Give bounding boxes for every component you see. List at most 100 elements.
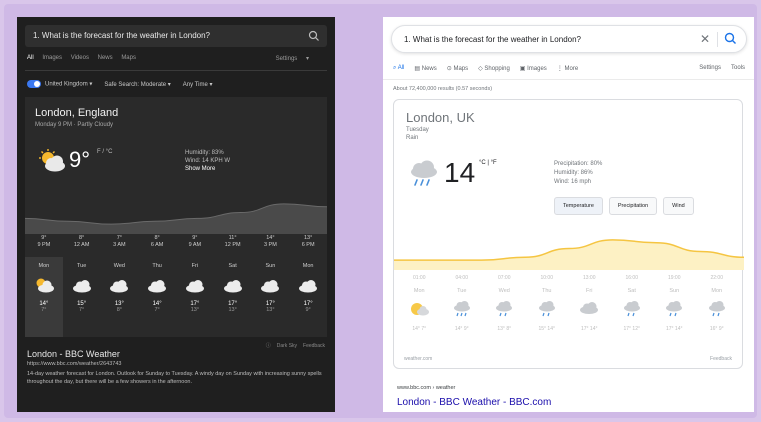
precipitation-button[interactable]: Precipitation: [608, 197, 658, 215]
day-card[interactable]: Mon 14° 7°: [398, 288, 441, 332]
tab-label: Shopping: [484, 66, 510, 72]
day-name: Thu: [542, 288, 552, 294]
day-card[interactable]: Sun 17° 14°: [653, 288, 696, 332]
result-title[interactable]: London - BBC Weather - BBC.com: [397, 397, 551, 408]
search-icon[interactable]: [308, 29, 320, 47]
day-name: Mon: [413, 288, 425, 294]
result-url[interactable]: https://www.bbc.com/weather/2643743: [27, 361, 121, 367]
show-more-link[interactable]: Show More: [185, 165, 230, 173]
wind: Wind: 14 KPH W: [185, 158, 231, 164]
tab-images[interactable]: Images: [42, 55, 62, 61]
search-query[interactable]: 1. What is the forecast for the weather …: [404, 35, 581, 44]
day-card[interactable]: Wed 13° 8°: [101, 257, 139, 337]
search-icon[interactable]: [724, 32, 737, 50]
day-card[interactable]: Wed 13° 8°: [483, 288, 526, 332]
hour-temp: 11°: [228, 235, 237, 241]
day-card[interactable]: Mon 16° 9°: [696, 288, 739, 332]
feedback-link[interactable]: Feedback: [303, 343, 325, 349]
temperature-button[interactable]: Temperature: [554, 197, 603, 215]
day-name: Sat: [627, 288, 636, 294]
search-tabs: ⌕ All ▤ News ⊙ Maps ◇ Shopping ▣ Images …: [393, 65, 745, 77]
tools-link[interactable]: Tools: [731, 65, 745, 77]
day-card[interactable]: Tue 15° 7°: [63, 257, 101, 337]
tab-all[interactable]: All: [27, 55, 34, 61]
hour-slot: 8° 6 AM: [138, 235, 176, 249]
day-card[interactable]: Thu 14° 7°: [138, 257, 176, 337]
hour-label: 6 AM: [150, 242, 164, 248]
tab-more[interactable]: ⋮ More: [557, 65, 578, 77]
region-toggle[interactable]: [27, 80, 41, 88]
time-label: Any Time: [182, 81, 208, 88]
tab-maps[interactable]: Maps: [121, 55, 136, 61]
hour-label: 3 PM: [263, 242, 277, 248]
day-temps: 16° 9°: [709, 326, 724, 332]
tab-label: More: [564, 66, 579, 72]
hour-label: 04:00: [455, 275, 468, 281]
current-day: Tuesday: [406, 127, 429, 133]
search-bar[interactable]: 1. What is the forecast for the weather …: [391, 25, 747, 53]
chevron-down-icon: ▾: [167, 81, 171, 88]
day-temps: 15° 14°: [538, 326, 555, 332]
day-card[interactable]: Fri 17° 13°: [176, 257, 214, 337]
divider: [717, 32, 718, 47]
day-temps: 13° 8°: [497, 326, 512, 332]
result-title[interactable]: London - BBC Weather: [27, 349, 120, 359]
info-icon: ⓘ: [265, 343, 271, 349]
wind-button[interactable]: Wind: [663, 197, 694, 215]
current-condition: Monday 9 PM · Partly Cloudy: [35, 122, 114, 128]
cloud-icon: [568, 298, 611, 320]
temperature-area: [25, 203, 327, 234]
dark-sky-link[interactable]: Dark Sky: [277, 343, 297, 349]
image-icon: ▣: [519, 66, 526, 72]
close-icon[interactable]: ✕: [700, 32, 710, 46]
settings-link[interactable]: Settings: [699, 65, 721, 77]
day-card[interactable]: Mon 17° 9°: [289, 257, 327, 337]
search-bar[interactable]: 1. What is the forecast for the weather …: [25, 25, 327, 47]
unit-toggle[interactable]: °C | °F: [479, 160, 497, 166]
chevron-down-icon: ▾: [89, 81, 93, 88]
time-filter[interactable]: Any Time ▾: [183, 81, 213, 88]
day-card[interactable]: Mon 14° 7°: [25, 257, 63, 337]
tab-news[interactable]: ▤ News: [414, 65, 436, 77]
tab-news[interactable]: News: [98, 55, 113, 61]
region-filter[interactable]: United Kingdom ▾: [27, 80, 92, 88]
day-low: 13°: [190, 307, 200, 313]
hour-temp: 8°: [154, 235, 160, 241]
day-temps: 14° 9°: [454, 326, 469, 332]
source-link[interactable]: weather.com: [404, 356, 432, 362]
settings-link[interactable]: Settings ▾: [276, 55, 316, 62]
search-query[interactable]: 1. What is the forecast for the weather …: [33, 31, 210, 40]
hour-label: 07:00: [497, 275, 511, 281]
daily-forecast: Mon 14° 7° Tue 15° 7° Wed 13° 8° Thu 14°: [25, 257, 327, 337]
hour-label: 01:00: [412, 275, 426, 281]
tab-videos[interactable]: Videos: [71, 55, 89, 61]
search-tabs: All Images Videos News Maps Settings ▾: [27, 55, 327, 67]
temperature-graph: [394, 239, 744, 270]
hour-label: 12 PM: [224, 242, 241, 248]
tab-images[interactable]: ▣ Images: [520, 65, 547, 77]
day-card[interactable]: Sat 17° 13°: [214, 257, 252, 337]
chevron-down-icon: ▾: [305, 56, 309, 62]
unit-toggle[interactable]: F / °C: [97, 149, 112, 155]
safe-search-filter[interactable]: Safe Search: Moderate ▾: [104, 81, 170, 88]
graph-mode-buttons: Temperature Precipitation Wind: [554, 197, 694, 215]
day-card[interactable]: Sun 17° 13°: [252, 257, 290, 337]
feedback-link[interactable]: Feedback: [710, 356, 732, 362]
tab-all[interactable]: ⌕ All: [393, 65, 404, 77]
hour-label: 3 AM: [113, 242, 126, 248]
day-card[interactable]: Tue 14° 9°: [441, 288, 484, 332]
hour-slot: 9° 9 PM: [25, 235, 63, 249]
day-low: 7°: [154, 307, 160, 313]
cloud-icon: [63, 273, 101, 297]
day-card[interactable]: Fri 17° 14°: [568, 288, 611, 332]
day-temps: 17° 12°: [623, 326, 640, 332]
day-card[interactable]: Sat 17° 12°: [611, 288, 654, 332]
tab-maps[interactable]: ⊙ Maps: [447, 65, 468, 77]
result-count: About 72,400,000 results (0.57 seconds): [393, 86, 493, 92]
day-card[interactable]: Thu 15° 14°: [526, 288, 569, 332]
region-label: United Kingdom: [45, 81, 88, 88]
day-low: 7°: [41, 307, 47, 313]
hourly-labels: 01:00 04:00 07:00 10:00 13:00 16:00 19:0…: [398, 275, 738, 281]
result-url[interactable]: www.bbc.com › weather: [397, 385, 455, 391]
tab-shopping[interactable]: ◇ Shopping: [478, 65, 510, 77]
